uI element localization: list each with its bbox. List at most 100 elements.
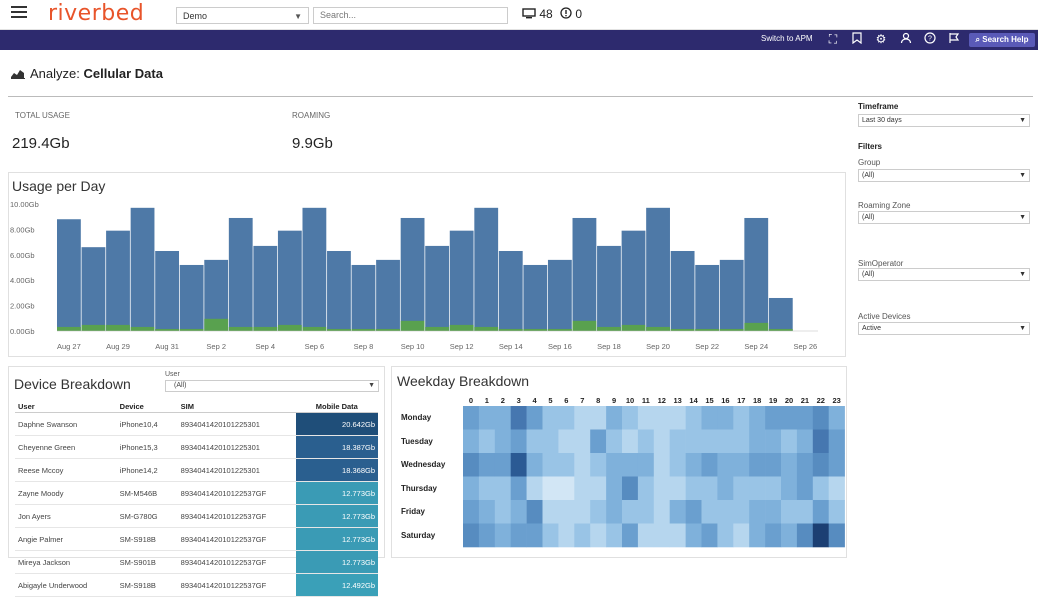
bar-roaming[interactable] [204,318,229,331]
heatmap-cell[interactable] [765,406,782,430]
column-header-device[interactable]: Device [116,401,178,413]
heatmap-cell[interactable] [558,453,575,477]
roaming-zone-filter-select[interactable]: (All) ▼ [858,211,1030,224]
bar-roaming[interactable] [228,326,253,331]
bar-roaming[interactable] [695,328,720,331]
bar-roaming[interactable] [474,326,499,331]
bar-roaming[interactable] [179,328,204,331]
heatmap-cell[interactable] [463,406,480,430]
bar-usage[interactable] [474,207,499,331]
heatmap-cell[interactable] [542,429,559,454]
table-row[interactable]: Cheyenne Green iPhone15,3 8934041420101225… [15,435,378,459]
bar-roaming[interactable] [81,324,106,331]
heatmap-cell[interactable] [558,500,575,524]
switch-to-apm-link[interactable]: Switch to APM [761,34,813,43]
bar-usage[interactable] [646,207,670,331]
heatmap-cell[interactable] [637,453,655,477]
heatmap-cell[interactable] [828,500,845,524]
heatmap-cell[interactable] [781,429,798,454]
heatmap-cell[interactable] [812,523,829,548]
bar-usage[interactable] [547,259,572,331]
heatmap-cell[interactable] [622,523,639,548]
bar-usage[interactable] [302,207,327,331]
simoperator-filter-select[interactable]: (All) ▼ [858,268,1030,281]
heatmap-cell[interactable] [510,476,527,501]
heatmap-cell[interactable] [796,476,814,501]
bar-roaming[interactable] [351,328,376,331]
bar-usage[interactable] [376,259,400,331]
bar-roaming[interactable] [646,326,670,331]
heatmap-cell[interactable] [510,429,527,454]
heatmap-cell[interactable] [796,406,814,430]
column-header-user[interactable]: User [15,401,117,413]
bar-usage[interactable] [327,250,351,331]
heatmap-cell[interactable] [574,406,591,430]
heatmap-cell[interactable] [669,476,686,501]
menu-icon[interactable] [11,6,27,19]
bar-usage[interactable] [768,297,793,331]
bar-roaming[interactable] [376,328,400,331]
bar-roaming[interactable] [719,328,744,331]
heatmap-cell[interactable] [478,406,496,430]
alert-stat[interactable]: 0 [560,7,582,21]
bar-usage[interactable] [597,245,621,331]
bar-roaming[interactable] [621,324,646,331]
heatmap-cell[interactable] [542,523,559,548]
bar-roaming[interactable] [449,324,474,331]
heatmap-cell[interactable] [653,476,670,501]
flag-icon[interactable] [947,32,961,46]
bar-usage[interactable] [695,264,720,331]
heatmap-cell[interactable] [526,476,543,501]
heatmap-cell[interactable] [733,429,750,454]
monitor-stat[interactable]: 48 [522,7,553,21]
bar-roaming[interactable] [744,322,769,331]
heatmap-cell[interactable] [542,406,559,430]
heatmap-cell[interactable] [733,476,750,501]
bar-usage[interactable] [351,264,376,331]
heatmap-cell[interactable] [765,476,782,501]
heatmap-cell[interactable] [685,523,702,548]
heatmap-cell[interactable] [653,500,670,524]
heatmap-cell[interactable] [733,500,750,524]
heatmap-cell[interactable] [685,429,702,454]
bar-roaming[interactable] [572,320,597,331]
heatmap-cell[interactable] [542,476,559,501]
heatmap-cell[interactable] [781,523,798,548]
heatmap-cell[interactable] [765,500,782,524]
heatmap-cell[interactable] [701,429,718,454]
heatmap-cell[interactable] [669,406,686,430]
heatmap-cell[interactable] [463,476,480,501]
table-row[interactable]: Jon Ayers SM-G780G 893404142010122537GF 12.… [15,504,378,528]
bar-usage[interactable] [130,207,155,331]
bar-usage[interactable] [57,219,81,331]
heatmap-cell[interactable] [653,429,670,454]
heatmap-cell[interactable] [828,429,845,454]
heatmap-cell[interactable] [653,523,670,548]
bar-usage[interactable] [670,250,695,331]
bar-roaming[interactable] [57,326,81,331]
heatmap-cell[interactable] [510,453,527,477]
bar-usage[interactable] [179,264,204,331]
gear-icon[interactable]: ⚙ [874,32,888,46]
heatmap-cell[interactable] [749,406,766,430]
bar-roaming[interactable] [327,328,351,331]
heatmap-cell[interactable] [526,406,543,430]
bar-usage[interactable] [400,217,425,331]
heatmap-cell[interactable] [812,500,829,524]
heatmap-cell[interactable] [494,429,511,454]
column-header-mobile-data[interactable]: Mobile Data [295,401,378,413]
heatmap-cell[interactable] [717,429,734,454]
heatmap-cell[interactable] [717,406,734,430]
heatmap-cell[interactable] [765,453,782,477]
heatmap-cell[interactable] [463,453,480,477]
heatmap-cell[interactable] [574,476,591,501]
bar-roaming[interactable] [768,328,793,331]
heatmap-cell[interactable] [558,406,575,430]
heatmap-cell[interactable] [669,429,686,454]
heatmap-cell[interactable] [701,523,718,548]
heatmap-cell[interactable] [828,406,845,430]
help-icon[interactable]: ? [923,32,937,46]
heatmap-cell[interactable] [781,406,798,430]
heatmap-cell[interactable] [526,523,543,548]
heatmap-cell[interactable] [463,523,480,548]
